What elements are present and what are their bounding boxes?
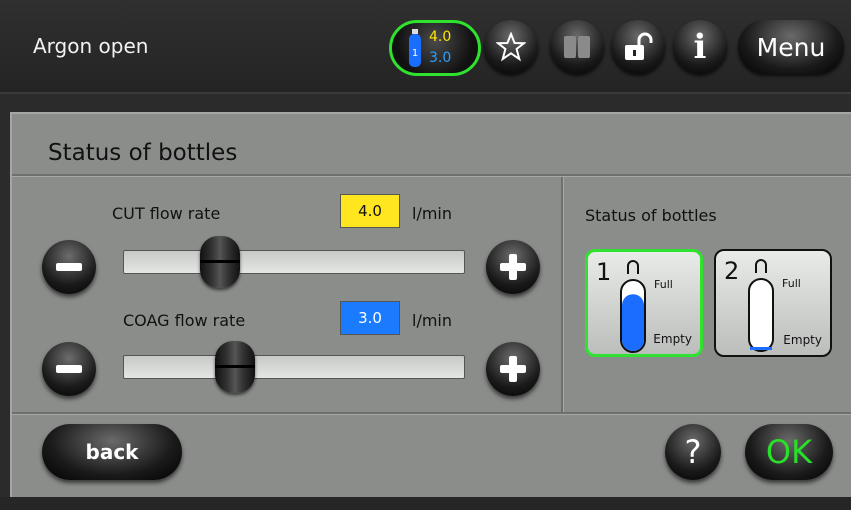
coag-slider-handle[interactable] — [214, 341, 255, 393]
coag-decrease-button[interactable] — [42, 342, 96, 396]
manual-button[interactable] — [550, 20, 604, 74]
minus-icon — [56, 263, 82, 271]
bottle-empty-label: Empty — [653, 332, 692, 346]
divider — [12, 174, 851, 177]
bottle-full-label: Full — [782, 277, 801, 290]
panel-title: Status of bottles — [48, 140, 238, 166]
minus-icon — [56, 365, 82, 373]
indicator-bottle-number: 1 — [412, 48, 418, 59]
bottle-icon — [620, 260, 646, 353]
favorites-button[interactable] — [484, 20, 538, 74]
bottle-number: 1 — [596, 258, 612, 286]
bottle-card-1[interactable]: 1 Full Empty — [585, 249, 703, 357]
gas-flow-indicator-button[interactable]: 1 4.0 3.0 — [389, 20, 481, 76]
indicator-cut-value: 4.0 — [429, 29, 452, 45]
indicator-coag-value: 3.0 — [429, 50, 452, 66]
divider — [561, 177, 564, 413]
unlock-icon — [625, 32, 653, 60]
ok-button[interactable]: OK — [745, 424, 833, 480]
cut-flow-slider[interactable] — [123, 236, 465, 288]
coag-flow-slider[interactable] — [123, 341, 465, 393]
back-button[interactable]: back — [42, 424, 182, 480]
cut-decrease-button[interactable] — [42, 240, 96, 294]
star-icon — [496, 32, 526, 62]
cut-slider-handle[interactable] — [199, 236, 240, 288]
bottle-icon: 1 — [409, 29, 421, 67]
info-button[interactable]: i — [673, 20, 727, 74]
info-icon: i — [693, 27, 707, 67]
bottle-card-2[interactable]: 2 Full Empty — [714, 249, 832, 357]
header-bar: Argon open 1 4.0 3.0 i Menu — [0, 0, 851, 94]
bottle-empty-label: Empty — [783, 333, 822, 347]
bottle-status-panel: Status of bottles CUT flow rate 4.0 l/mi… — [10, 112, 851, 497]
bottles-title: Status of bottles — [585, 206, 717, 225]
cut-flow-unit: l/min — [412, 204, 453, 223]
menu-button[interactable]: Menu — [738, 20, 844, 74]
coag-flow-unit: l/min — [412, 311, 453, 330]
bottle-icon — [748, 259, 774, 352]
book-icon — [564, 36, 590, 58]
cut-flow-label: CUT flow rate — [112, 204, 221, 223]
coag-flow-label: COAG flow rate — [123, 311, 246, 330]
bottom-strip — [0, 497, 851, 510]
lock-button[interactable] — [611, 20, 665, 74]
bottle-number: 2 — [724, 257, 740, 285]
coag-flow-value: 3.0 — [340, 301, 400, 335]
divider — [12, 412, 851, 415]
cut-flow-value: 4.0 — [340, 194, 400, 228]
coag-increase-button[interactable] — [486, 342, 540, 396]
status-title: Argon open — [33, 34, 149, 58]
help-button[interactable]: ? — [665, 424, 721, 480]
cut-increase-button[interactable] — [486, 240, 540, 294]
bottle-full-label: Full — [654, 278, 673, 291]
